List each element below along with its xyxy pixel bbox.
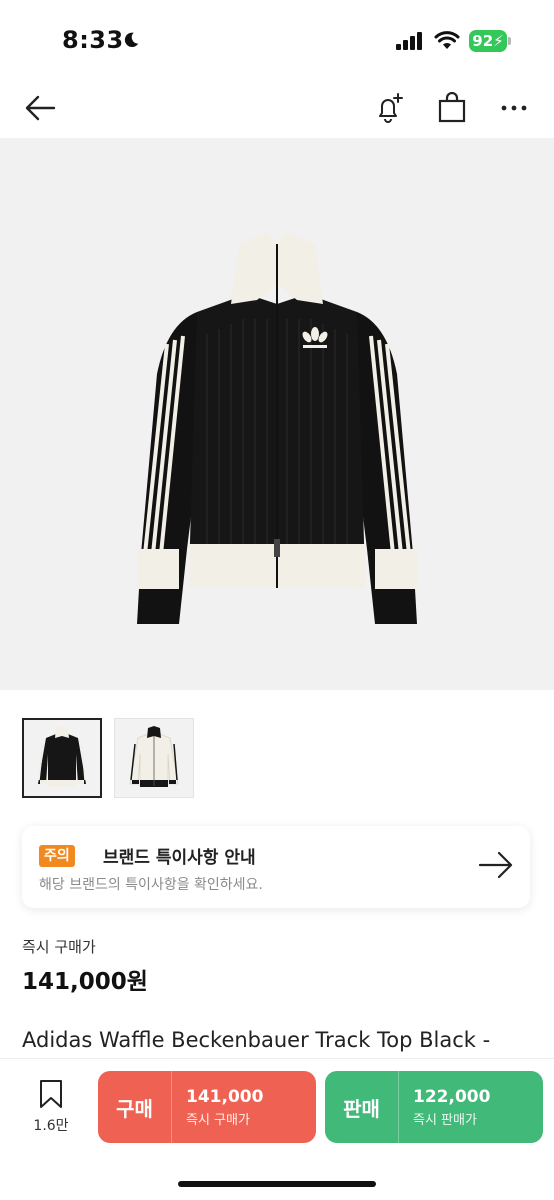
sell-button[interactable]: 판매 122,000 즉시 판매가 (325, 1071, 543, 1143)
more-button[interactable] (492, 86, 536, 130)
price-value: 141,000원 (22, 969, 148, 995)
wishlist-button[interactable]: 1.6만 (26, 1079, 76, 1139)
arrow-right-icon (478, 851, 513, 879)
black-jacket-thumb-image (38, 726, 86, 787)
bottom-action-bar: 1.6만 구매 141,000 즉시 구매가 판매 122,000 즉시 판매가 (0, 1058, 554, 1200)
bell-plus-icon (379, 93, 403, 123)
home-indicator[interactable] (178, 1181, 376, 1187)
bookmark-icon (40, 1080, 62, 1108)
battery-cap (508, 37, 511, 45)
battery-indicator: 92 ⚡ (469, 30, 507, 52)
thumbnail-list (22, 718, 194, 798)
wifi-icon (434, 31, 460, 49)
sell-price: 122,000 (413, 1086, 491, 1107)
more-icon (501, 105, 527, 111)
cart-button[interactable] (430, 86, 474, 130)
buy-price: 141,000 (186, 1086, 264, 1107)
notice-description: 해당 브랜드의 특이사항을 확인하세요. (39, 877, 263, 893)
alert-button[interactable] (368, 86, 412, 130)
nav-bar (0, 80, 554, 136)
sell-label: 판매 (343, 1096, 380, 1121)
wishlist-count: 1.6만 (33, 1118, 69, 1134)
notice-badge: 주의 (39, 845, 75, 867)
moon-icon (124, 32, 139, 48)
thumbnail-white-jacket[interactable] (114, 718, 194, 798)
buy-info: 141,000 즉시 구매가 (172, 1087, 263, 1128)
shopping-bag-icon (438, 92, 466, 123)
buy-sub-label: 즉시 구매가 (186, 1112, 250, 1128)
back-arrow-icon (25, 95, 56, 121)
buy-button[interactable]: 구매 141,000 즉시 구매가 (98, 1071, 316, 1143)
track-jacket-image (137, 232, 417, 624)
price-label: 즉시 구매가 (22, 938, 96, 956)
status-bar: 8:33 92 ⚡ (0, 0, 554, 80)
signal-icon (396, 32, 422, 50)
buy-label: 구매 (116, 1096, 153, 1121)
battery-level: 92 (472, 32, 494, 50)
sell-info: 122,000 즉시 판매가 (399, 1087, 490, 1128)
brand-notice-card[interactable]: 주의 브랜드 특이사항 안내 해당 브랜드의 특이사항을 확인하세요. (22, 826, 530, 908)
status-time: 8:33 (62, 26, 124, 54)
product-image[interactable] (0, 138, 554, 690)
sell-sub-label: 즉시 판매가 (413, 1112, 477, 1128)
product-name: Adidas Waffle Beckenbauer Track Top Blac… (22, 1028, 491, 1052)
thumbnail-black-jacket[interactable] (22, 718, 102, 798)
notice-title: 브랜드 특이사항 안내 (103, 848, 256, 868)
white-jacket-thumb-image (129, 726, 179, 787)
back-button[interactable] (18, 86, 62, 130)
